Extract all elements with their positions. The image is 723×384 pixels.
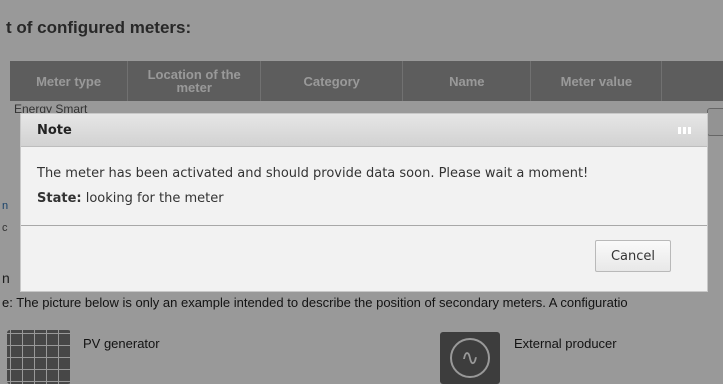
cancel-button[interactable]: Cancel — [595, 240, 671, 272]
state-label: State: — [37, 191, 82, 206]
state-value: looking for the meter — [85, 191, 224, 206]
dialog-header[interactable]: Note — [21, 114, 707, 147]
dialog-title: Note — [37, 122, 72, 138]
dialog-message: The meter has been activated and should … — [37, 166, 589, 181]
note-dialog: Note The meter has been activated and sh… — [20, 113, 708, 292]
drag-grip-icon[interactable] — [678, 126, 691, 134]
dialog-body: The meter has been activated and should … — [21, 147, 707, 211]
dialog-divider — [21, 225, 707, 226]
dialog-state: State: looking for the meter — [37, 186, 691, 211]
